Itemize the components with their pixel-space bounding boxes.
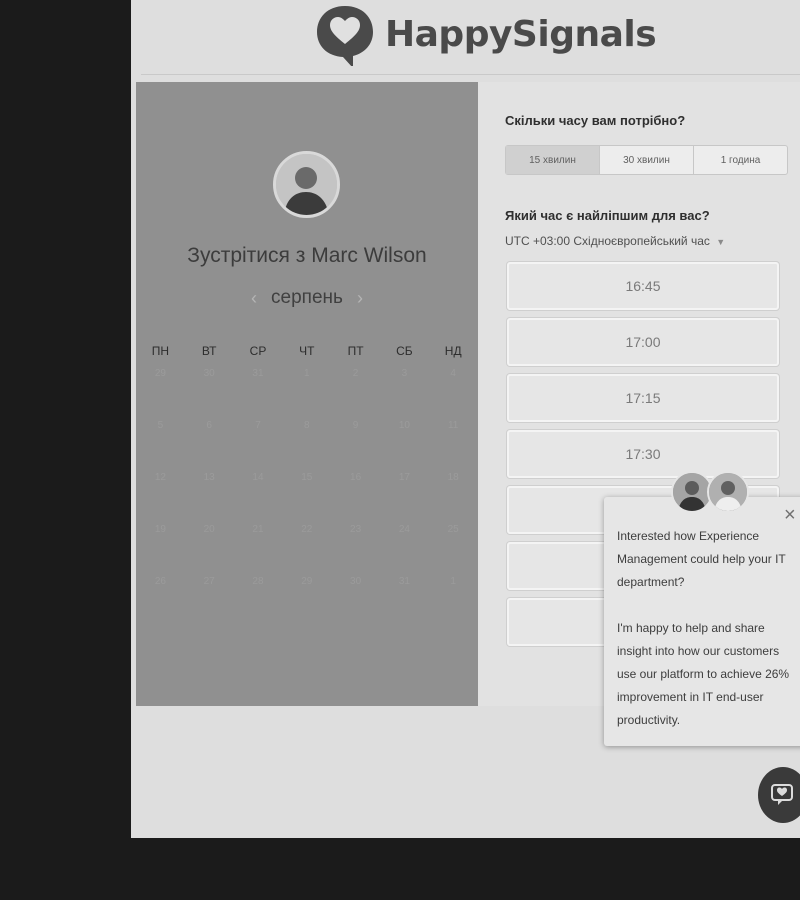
calendar-day: 13	[203, 472, 215, 483]
calendar-day: 4	[450, 368, 456, 379]
timezone-label: UTC +03:00 Східноєвропейський час	[505, 234, 710, 248]
duration-option-15[interactable]: 15 хвилин	[506, 146, 600, 174]
calendar-day: 15	[301, 472, 313, 483]
calendar-day: 29	[154, 368, 166, 379]
calendar-day: 31	[398, 576, 410, 587]
calendar-day: 9	[352, 420, 359, 431]
calendar-day: 17	[398, 472, 410, 483]
calendar-day: 20	[203, 524, 215, 535]
calendar-day: 28	[252, 576, 264, 587]
calendar-week: 12 13 14 15 16 17 18	[136, 468, 478, 520]
calendar-day: 1	[304, 368, 310, 379]
chat-agent-avatars	[671, 471, 749, 513]
calendar-day: 23	[350, 524, 362, 535]
prev-month-icon[interactable]: ‹	[251, 288, 257, 309]
calendar-day: 30	[350, 576, 362, 587]
chat-popup: × Interested how Experience Management c…	[604, 471, 800, 746]
calendar-day: 26	[154, 576, 166, 587]
chat-bubble-icon	[771, 784, 793, 805]
weekday-label: ЧТ	[299, 344, 315, 358]
heart-bubble-icon	[317, 6, 373, 66]
chevron-down-icon: ▼	[716, 237, 726, 247]
calendar-day: 22	[301, 524, 313, 535]
next-month-icon[interactable]: ›	[357, 288, 363, 309]
duration-option-30[interactable]: 30 хвилин	[600, 146, 694, 174]
duration-selector: 15 хвилин 30 хвилин 1 година	[505, 145, 788, 175]
time-question: Який час є найліпшим для вас?	[505, 208, 710, 223]
meeting-title: Зустрітися з Marc Wilson	[187, 244, 427, 267]
weekday-label: ВТ	[201, 344, 217, 358]
weekday-label: ПТ	[347, 344, 364, 358]
calendar-day: 31	[252, 368, 264, 379]
chat-message: Interested how Experience Management cou…	[617, 525, 799, 732]
brand-name: HappySignals	[385, 13, 657, 55]
calendar-day: 16	[350, 472, 362, 483]
calendar-day: 5	[157, 420, 164, 431]
chat-launcher-button[interactable]	[758, 767, 800, 823]
calendar-week: 5 6 7 8 9 10 11	[136, 416, 478, 468]
month-label: серпень	[271, 287, 343, 308]
calendar-day: 11	[447, 420, 459, 431]
weekday-header: ПН ВТ СР ЧТ ПТ СБ НД	[136, 344, 478, 358]
calendar-day: 30	[203, 368, 215, 379]
month-nav: ‹ серпень ›	[136, 287, 478, 309]
weekday-label: СР	[249, 344, 267, 358]
weekday-label: ПН	[151, 344, 170, 358]
calendar-day: 10	[398, 420, 410, 431]
duration-question: Скільки часу вам потрібно?	[505, 113, 686, 128]
calendar-day: 1	[450, 576, 456, 587]
calendar-day: 29	[301, 576, 313, 587]
calendar-week: 26 27 28 29 30 31 1	[136, 572, 478, 624]
calendar-day: 14	[252, 472, 264, 483]
calendar-day: 6	[206, 420, 212, 431]
chat-paragraph: Interested how Experience Management cou…	[617, 529, 786, 589]
time-slot[interactable]: 16:45	[507, 262, 779, 310]
chat-agent-avatar	[707, 471, 749, 513]
calendar-day: 24	[398, 524, 410, 535]
calendar-day: 7	[255, 420, 261, 431]
close-icon[interactable]: ×	[784, 505, 796, 525]
host-panel: Зустрітися з Marc Wilson ‹ серпень › ПН …	[136, 82, 478, 706]
calendar-day: 21	[252, 524, 264, 535]
calendar-day: 25	[447, 524, 459, 535]
calendar-day: 2	[352, 368, 359, 379]
calendar-week: 19 20 21 22 23 24 25	[136, 520, 478, 572]
weekday-label: СБ	[396, 344, 413, 358]
time-slot[interactable]: 17:00	[507, 318, 779, 366]
calendar-day: 3	[401, 368, 408, 379]
duration-option-60[interactable]: 1 година	[694, 146, 787, 174]
calendar-day: 19	[154, 524, 166, 535]
calendar-day: 12	[154, 472, 166, 483]
timezone-select[interactable]: UTC +03:00 Східноєвропейський час ▼	[505, 234, 725, 248]
calendar-grid: 29 30 31 1 2 3 4 5 6 7 8 9 10 11 12 13 1…	[136, 364, 478, 624]
time-slot[interactable]: 17:15	[507, 374, 779, 422]
header-divider	[141, 74, 800, 75]
calendar-day: 27	[203, 576, 215, 587]
chat-paragraph: I'm happy to help and share insight into…	[617, 621, 790, 727]
calendar-day: 18	[447, 472, 459, 483]
host-avatar	[273, 151, 340, 218]
calendar-week: 29 30 31 1 2 3 4	[136, 364, 478, 416]
brand-logo: HappySignals	[313, 0, 657, 68]
calendar-day: 8	[304, 420, 310, 431]
weekday-label: НД	[444, 344, 462, 358]
